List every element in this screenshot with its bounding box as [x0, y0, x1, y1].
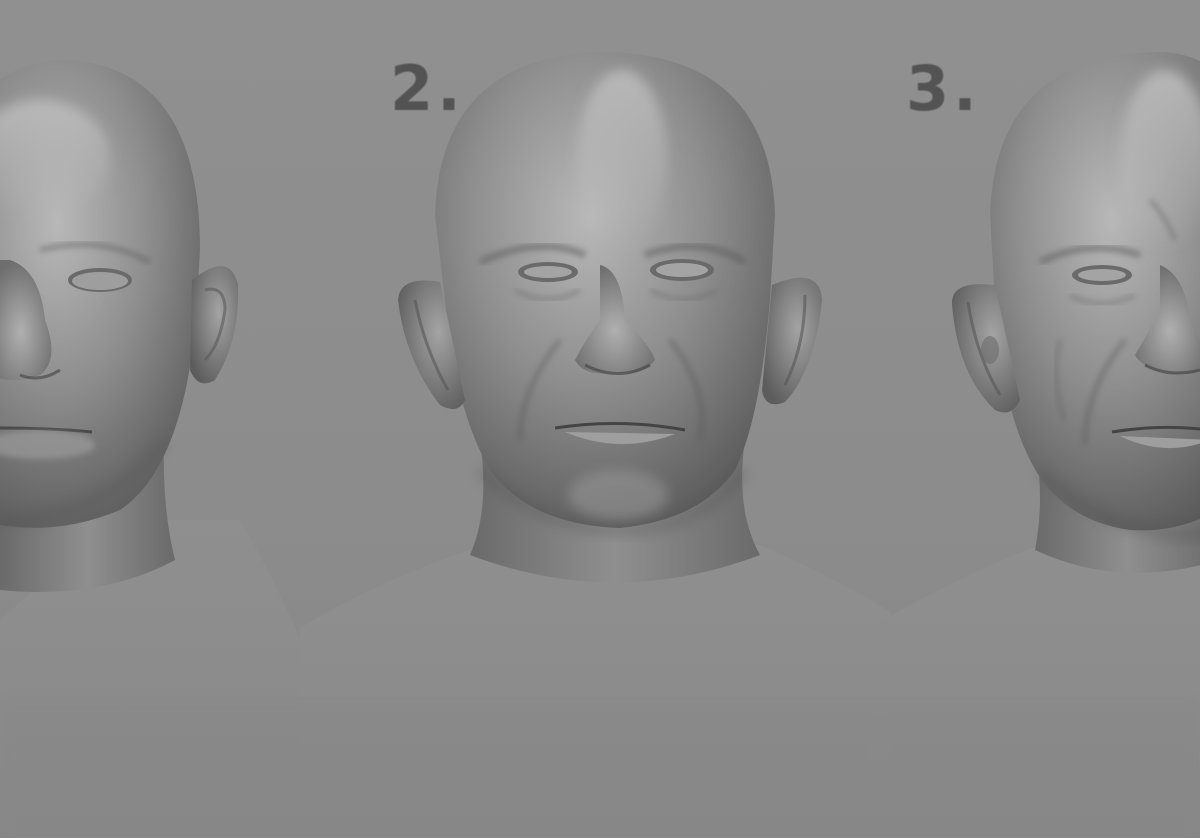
head-1-ear — [190, 266, 239, 384]
sculpt-illustration — [0, 52, 1200, 838]
step-2-label: 2. — [390, 52, 465, 125]
sculpt-comparison-image: 2. 3. — [0, 0, 1200, 838]
step-3-label: 3. — [906, 52, 981, 125]
head-2-ear-right — [762, 277, 822, 405]
